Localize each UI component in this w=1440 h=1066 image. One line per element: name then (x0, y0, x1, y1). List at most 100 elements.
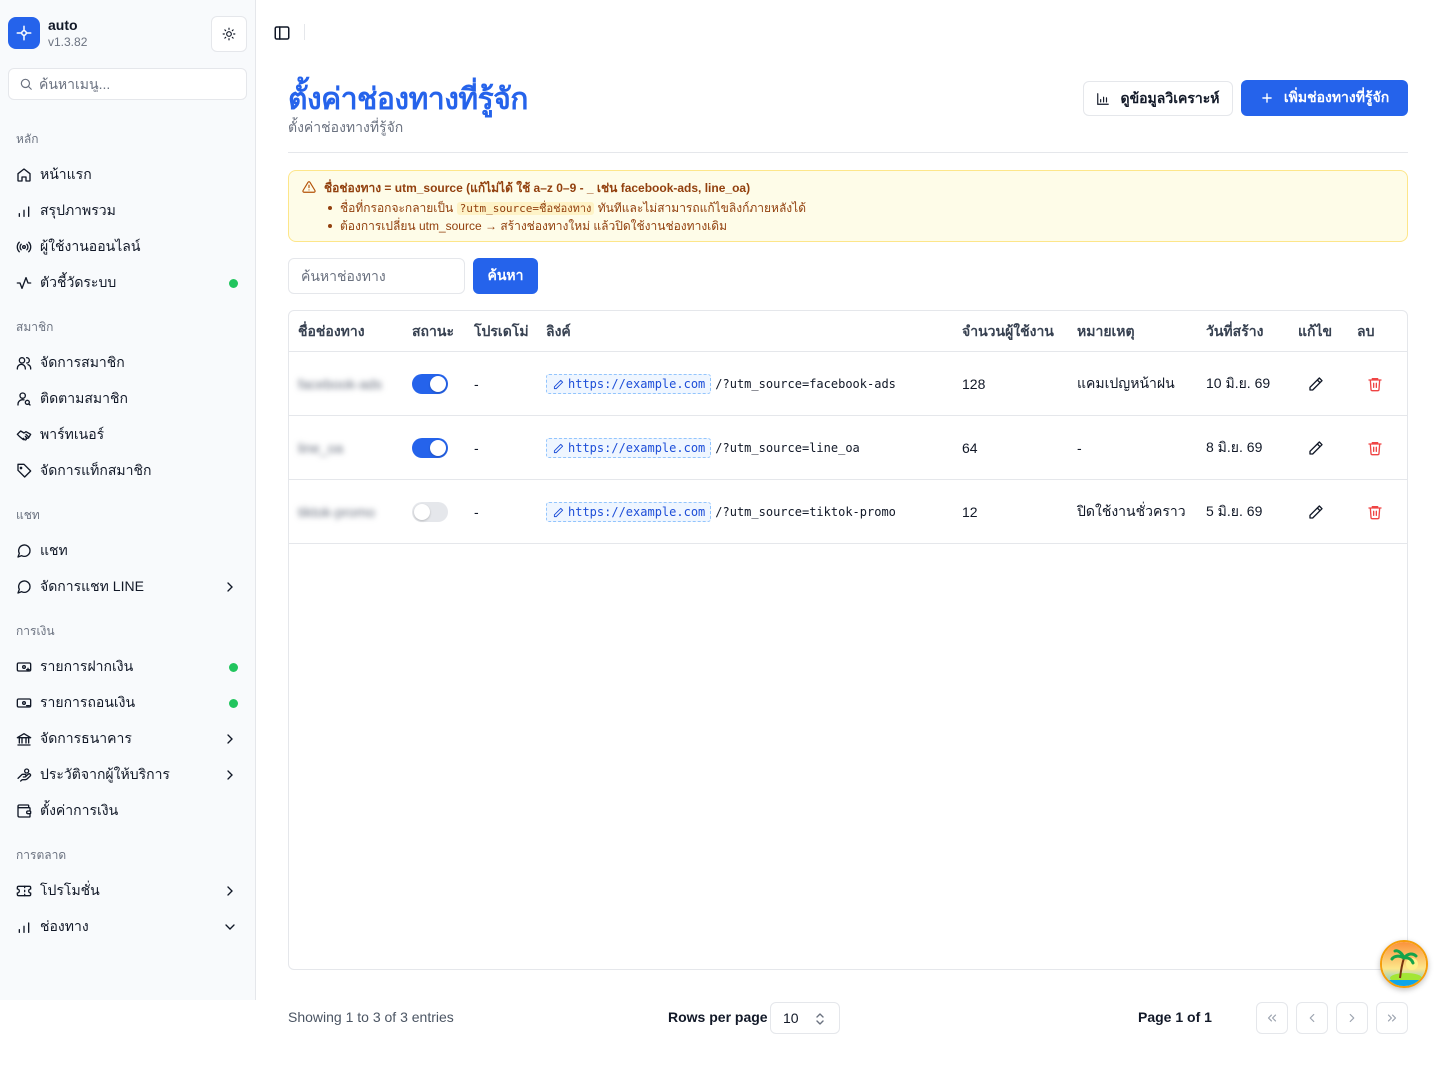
info-alert: ชื่อช่องทาง = utm_source (แก้ไม่ได้ ใช้ … (288, 170, 1408, 242)
edit-button[interactable] (1306, 438, 1326, 458)
base-url-chip[interactable]: https://example.com (546, 374, 712, 394)
nav-group-main: หลัก หน้าแรก สรุปภาพรวม ผู้ใช้งานออนไลน์… (0, 121, 256, 301)
brand-logo-icon[interactable] (8, 17, 40, 49)
sidebar-item-track-members[interactable]: ติดตามสมาชิก (0, 381, 256, 417)
view-analytics-button[interactable]: ดูข้อมูลวิเคราะห์ (1083, 81, 1233, 116)
sidebar-search-input[interactable] (39, 76, 229, 92)
sidebar-item-label: จัดการสมาชิก (40, 354, 125, 370)
link-cell: https://example.com /?utm_source=tiktok-… (546, 480, 896, 544)
sidebar-item-home[interactable]: หน้าแรก (0, 157, 256, 193)
sidebar-item-line-chat[interactable]: จัดการแชท LINE (0, 569, 256, 605)
user-search-icon (16, 391, 32, 407)
base-url: https://example.com (568, 377, 706, 391)
prev-page-button[interactable] (1296, 1002, 1328, 1034)
delete-cell (1365, 480, 1385, 544)
search-button[interactable]: ค้นหา (473, 258, 538, 294)
brand-name: auto (48, 17, 78, 33)
handshake-icon (16, 427, 32, 443)
toggle-knob (430, 376, 446, 392)
chevron-right-icon[interactable] (222, 883, 238, 899)
delete-button[interactable] (1365, 438, 1385, 458)
sidebar-item-chat[interactable]: แชท (0, 533, 256, 569)
floating-assistant-avatar[interactable] (1380, 940, 1428, 988)
first-page-button[interactable] (1256, 1002, 1288, 1034)
alert-title: ชื่อช่องทาง = utm_source (แก้ไม่ได้ ใช้ … (324, 181, 751, 195)
status-toggle[interactable] (412, 502, 448, 522)
pencil-icon (553, 443, 564, 453)
pencil-icon (553, 379, 564, 389)
palm-island-icon (1382, 942, 1426, 986)
rows-per-page-select[interactable]: 10 (770, 1002, 840, 1034)
bar-chart-icon (16, 203, 32, 219)
edit-button[interactable] (1306, 502, 1326, 522)
toggle-sidebar-button[interactable] (272, 23, 292, 43)
table-row: line_oa - https://example.com /?utm_sour… (289, 416, 1407, 480)
next-page-button[interactable] (1336, 1002, 1368, 1034)
sidebar-item-label: รายการถอนเงิน (40, 694, 136, 710)
base-url-chip[interactable]: https://example.com (546, 502, 712, 522)
sidebar-item-system-metrics[interactable]: ตัวชี้วัดระบบ (0, 265, 256, 301)
sidebar-item-partner[interactable]: พาร์ทเนอร์ (0, 417, 256, 453)
sidebar-item-manage-members[interactable]: จัดการสมาชิก (0, 345, 256, 381)
sidebar-item-label: ติดตามสมาชิก (40, 390, 128, 406)
sidebar-item-bank-management[interactable]: จัดการธนาคาร (0, 721, 256, 757)
user-count: 64 (962, 440, 978, 456)
sidebar-item-online-users[interactable]: ผู้ใช้งานออนไลน์ (0, 229, 256, 265)
sidebar-item-label: จัดการแท็กสมาชิก (40, 462, 152, 478)
toggle-knob (414, 504, 430, 520)
users-icon (16, 355, 32, 371)
promo-value: - (474, 376, 479, 392)
delete-button[interactable] (1365, 374, 1385, 394)
user-count: 128 (962, 376, 986, 392)
message-circle-icon (16, 579, 32, 595)
channel-search-input[interactable] (288, 258, 465, 294)
table-row: facebook-ads - https://example.com /?utm… (289, 352, 1407, 416)
pencil-icon (1309, 441, 1323, 455)
column-header-status: สถานะ (412, 323, 454, 339)
alert-item-text: ต้องการเปลี่ยน utm_source → สร้างช่องทาง… (340, 219, 727, 233)
nav-group-finance: การเงิน รายการฝากเงิน รายการถอนเงิน จัดก… (0, 613, 256, 829)
utm-path: /?utm_source=line_oa (715, 441, 860, 455)
sidebar-item-deposits[interactable]: รายการฝากเงิน (0, 649, 256, 685)
bar-chart-icon (1097, 92, 1110, 105)
sidebar-item-promotions[interactable]: โปรโมชั่น (0, 873, 256, 909)
chevron-right-icon[interactable] (222, 579, 238, 595)
utm-path: /?utm_source=tiktok-promo (715, 505, 896, 519)
chevron-right-icon[interactable] (222, 767, 238, 783)
alert-list: ชื่อที่กรอกจะกลายเป็น ?utm_source=ชื่อช่… (324, 199, 806, 235)
sidebar-item-member-tags[interactable]: จัดการแท็กสมาชิก (0, 453, 256, 489)
edit-cell (1306, 480, 1326, 544)
status-toggle[interactable] (412, 374, 448, 394)
sidebar-item-provider-history[interactable]: ประวัติจากผู้ให้บริการ (0, 757, 256, 793)
sidebar-item-withdrawals[interactable]: รายการถอนเงิน (0, 685, 256, 721)
promo-value: - (474, 440, 479, 456)
utm-path: /?utm_source=facebook-ads (715, 377, 896, 391)
sidebar-item-finance-settings[interactable]: ตั้งค่าการเงิน (0, 793, 256, 829)
page-title: ตั้งค่าช่องทางที่รู้จัก (288, 83, 528, 116)
home-icon (16, 167, 32, 183)
sidebar-item-label: ประวัติจากผู้ให้บริการ (40, 766, 170, 782)
note: ปิดใช้งานชั่วคราว (1077, 503, 1186, 519)
status-toggle[interactable] (412, 438, 448, 458)
sidebar-item-channels[interactable]: ช่องทาง (0, 909, 256, 945)
column-header-edit: แก้ไข (1298, 323, 1333, 339)
sidebar-item-overview[interactable]: สรุปภาพรวม (0, 193, 256, 229)
base-url: https://example.com (568, 441, 706, 455)
delete-button[interactable] (1365, 502, 1385, 522)
chevron-down-icon[interactable] (222, 919, 238, 935)
entries-summary: Showing 1 to 3 of 3 entries (288, 1009, 454, 1025)
add-channel-label: เพิ่มช่องทางที่รู้จัก (1283, 89, 1390, 105)
column-header-note: หมายเหตุ (1077, 323, 1135, 339)
edit-button[interactable] (1306, 374, 1326, 394)
last-page-button[interactable] (1376, 1002, 1408, 1034)
column-header-promo: โปรเดโม่ (474, 323, 529, 339)
nav-group-label: สมาชิก (16, 320, 54, 334)
chevron-right-icon[interactable] (222, 731, 238, 747)
theme-toggle-button[interactable] (211, 16, 247, 52)
base-url-chip[interactable]: https://example.com (546, 438, 712, 458)
bar-chart-icon (16, 919, 32, 935)
column-header-created: วันที่สร้าง (1206, 323, 1264, 339)
sidebar-search[interactable] (8, 68, 247, 100)
edit-cell (1306, 352, 1326, 416)
add-channel-button[interactable]: เพิ่มช่องทางที่รู้จัก (1241, 80, 1408, 116)
